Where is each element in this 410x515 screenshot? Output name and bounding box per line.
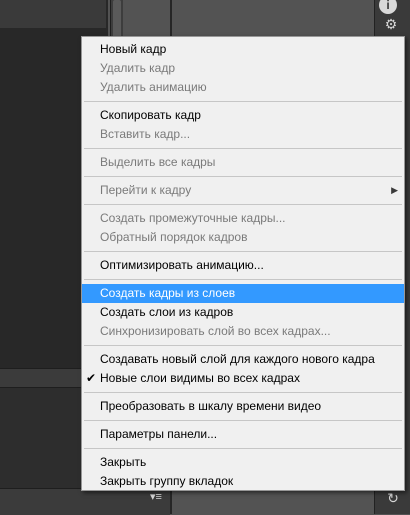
- menu-separator: [84, 148, 402, 149]
- menu-item-copy-frame[interactable]: Скопировать кадр: [82, 106, 404, 125]
- menu-separator: [84, 101, 402, 102]
- menu-item-select-all-frames[interactable]: Выделить все кадры: [82, 153, 404, 172]
- menu-item-match-layer[interactable]: Синхронизировать слой во всех кадрах...: [82, 322, 404, 341]
- menu-separator: [84, 251, 402, 252]
- menu-item-label: Параметры панели...: [100, 427, 218, 441]
- canvas-header: [0, 0, 106, 28]
- menu-item-label: Создать промежуточные кадры...: [100, 211, 286, 225]
- menu-item-label: Закрыть группу вкладок: [100, 474, 234, 488]
- menu-item-panel-options[interactable]: Параметры панели...: [82, 425, 404, 444]
- menu-item-label: Оптимизировать анимацию...: [100, 258, 264, 272]
- menu-item-delete-frame[interactable]: Удалить кадр: [82, 59, 404, 78]
- menu-item-label: Создать слои из кадров: [100, 305, 234, 319]
- menu-item-close-tab-group[interactable]: Закрыть группу вкладок: [82, 472, 404, 491]
- menu-item-new-frame[interactable]: Новый кадр: [82, 40, 404, 59]
- menu-item-label: Новые слои видимы во всех кадрах: [100, 371, 300, 385]
- gear-icon[interactable]: ⚙: [378, 16, 404, 33]
- menu-item-paste-frame[interactable]: Вставить кадр...: [82, 125, 404, 144]
- menu-separator: [84, 448, 402, 449]
- menu-item-label: Создать кадры из слоев: [100, 286, 236, 300]
- menu-item-new-layers-visible[interactable]: ✔ Новые слои видимы во всех кадрах: [82, 369, 404, 388]
- panel-menu-icon[interactable]: ▾≡: [150, 490, 162, 503]
- menu-separator: [84, 204, 402, 205]
- menu-item-make-frames-from-layers[interactable]: Создать кадры из слоев: [82, 284, 404, 303]
- menu-item-label: Скопировать кадр: [100, 108, 201, 122]
- menu-item-label: Синхронизировать слой во всех кадрах...: [100, 324, 331, 338]
- menu-item-delete-animation[interactable]: Удалить анимацию: [82, 78, 404, 97]
- history-icon[interactable]: ↻: [380, 490, 406, 507]
- menu-item-label: Создавать новый слой для каждого нового …: [100, 352, 375, 366]
- menu-separator: [84, 279, 402, 280]
- menu-separator: [84, 420, 402, 421]
- scrollbar-thumb[interactable]: [113, 0, 121, 40]
- menu-item-tween[interactable]: Создать промежуточные кадры...: [82, 209, 404, 228]
- panel-context-menu: Новый кадр Удалить кадр Удалить анимацию…: [81, 36, 405, 491]
- menu-item-label: Закрыть: [100, 455, 147, 469]
- menu-item-label: Удалить кадр: [100, 61, 176, 75]
- menu-item-label: Вставить кадр...: [100, 127, 191, 141]
- menu-separator: [84, 345, 402, 346]
- menu-item-close[interactable]: Закрыть: [82, 453, 404, 472]
- menu-item-flatten-frames-into-layers[interactable]: Создать слои из кадров: [82, 303, 404, 322]
- menu-item-label: Выделить все кадры: [100, 155, 216, 169]
- menu-item-label: Перейти к кадру: [100, 183, 192, 197]
- checkmark-icon: ✔: [86, 371, 97, 385]
- menu-item-go-to-frame[interactable]: Перейти к кадру ▶: [82, 181, 404, 200]
- menu-item-reverse-frames[interactable]: Обратный порядок кадров: [82, 228, 404, 247]
- menu-item-label: Преобразовать в шкалу времени видео: [100, 399, 322, 413]
- menu-item-label: Новый кадр: [100, 42, 167, 56]
- timeline-bottom-bar: [0, 488, 170, 515]
- menu-separator: [84, 392, 402, 393]
- menu-item-new-layer-each-frame[interactable]: Создавать новый слой для каждого нового …: [82, 350, 404, 369]
- menu-item-label: Удалить анимацию: [100, 80, 207, 94]
- submenu-arrow-icon: ▶: [391, 185, 398, 195]
- menu-separator: [84, 176, 402, 177]
- menu-item-optimize-animation[interactable]: Оптимизировать анимацию...: [82, 256, 404, 275]
- menu-item-label: Обратный порядок кадров: [100, 230, 248, 244]
- menu-item-convert-to-video-timeline[interactable]: Преобразовать в шкалу времени видео: [82, 397, 404, 416]
